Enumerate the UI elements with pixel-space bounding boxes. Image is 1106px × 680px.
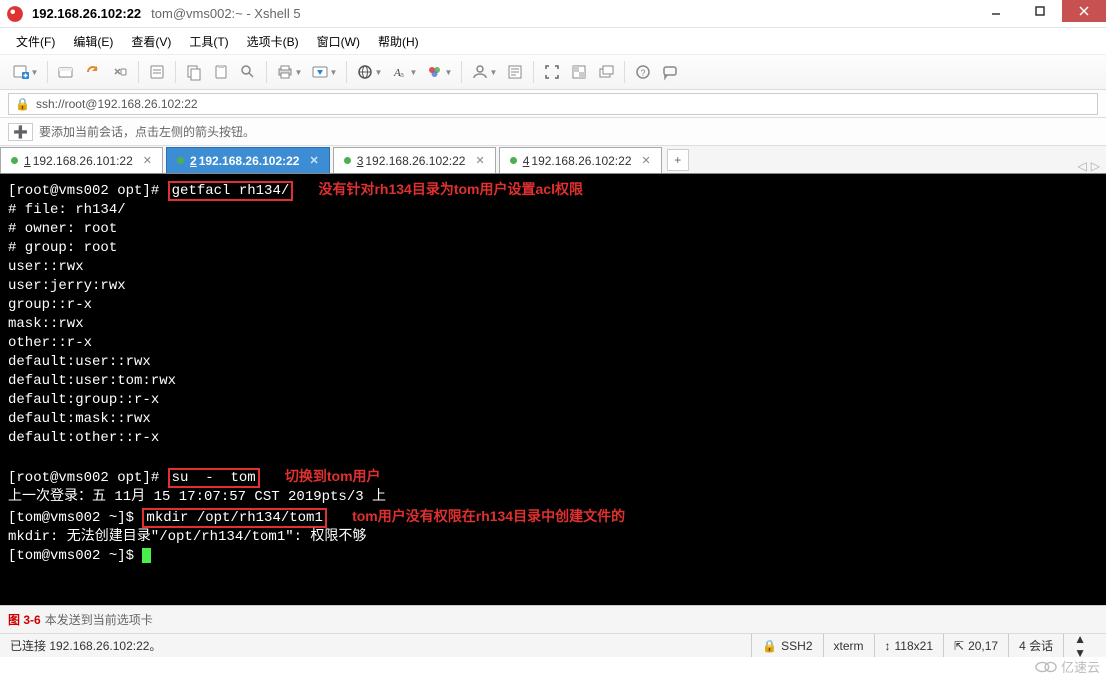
script-button[interactable] <box>502 59 528 85</box>
fullscreen-button[interactable] <box>539 59 565 85</box>
menu-tools[interactable]: 工具(T) <box>183 31 234 52</box>
session-tab-1[interactable]: 1 192.168.26.101:22✕ <box>0 147 163 173</box>
watermark-text: 亿速云 <box>1061 657 1100 676</box>
disconnect-button[interactable] <box>107 59 133 85</box>
tab-nav: ◁ ▷ <box>1078 159 1106 173</box>
menu-file[interactable]: 文件(F) <box>10 31 61 52</box>
maximize-button[interactable] <box>1018 0 1062 22</box>
session-tab-3[interactable]: 3 192.168.26.102:22✕ <box>333 147 496 173</box>
hintbar: ➕ 要添加当前会话，点击左侧的箭头按钮。 <box>0 118 1106 146</box>
close-tab-icon[interactable]: ✕ <box>143 154 152 167</box>
session-tab-4[interactable]: 4 192.168.26.102:22✕ <box>499 147 662 173</box>
close-tab-icon[interactable]: ✕ <box>475 154 484 167</box>
status-size: ↕ 118x21 <box>874 634 943 657</box>
svg-text:a: a <box>400 72 404 79</box>
toolbar: ▼ ▼ ▼ ▼ Aa▼ ▼ ▼ ? <box>0 54 1106 90</box>
annotation-switch-user: 切换到tom用户 <box>285 468 381 484</box>
svg-text:?: ? <box>641 68 646 78</box>
status-sessions: 4 会话 <box>1008 634 1063 657</box>
status-connection: 已连接 192.168.26.102:22。 <box>10 634 751 657</box>
close-tab-icon[interactable]: ✕ <box>309 154 318 167</box>
status-dot-icon <box>510 157 517 164</box>
cursor <box>142 548 151 563</box>
hint-text: 要添加当前会话，点击左侧的箭头按钮。 <box>39 123 255 140</box>
menu-view[interactable]: 查看(V) <box>125 31 177 52</box>
new-session-button[interactable]: ▼ <box>8 59 42 85</box>
properties-button[interactable] <box>144 59 170 85</box>
close-tab-icon[interactable]: ✕ <box>642 154 651 167</box>
feedback-button[interactable] <box>657 59 683 85</box>
address-input[interactable]: 🔒 ssh://root@192.168.26.102:22 <box>8 93 1098 115</box>
font-button[interactable]: Aa▼ <box>387 59 421 85</box>
tab-label: 192.168.26.101:22 <box>33 154 133 168</box>
reconnect-button[interactable] <box>80 59 106 85</box>
status-pos: ⇱ 20,17 <box>943 634 1008 657</box>
add-tab-button[interactable]: + <box>667 149 689 171</box>
tab-bar: 1 192.168.26.101:22✕ 2 192.168.26.102:22… <box>0 146 1106 174</box>
highlight-cmd-su: su - tom <box>168 468 260 488</box>
menu-edit[interactable]: 编辑(E) <box>67 31 119 52</box>
menu-tab[interactable]: 选项卡(B) <box>241 31 305 52</box>
help-button[interactable]: ? <box>630 59 656 85</box>
app-icon <box>6 5 24 23</box>
status-term: xterm <box>823 634 874 657</box>
titlebar: 192.168.26.102:22 tom@vms002:~ - Xshell … <box>0 0 1106 28</box>
address-text: ssh://root@192.168.26.102:22 <box>36 97 198 111</box>
compose-bar[interactable]: 图 3-6 本发送到当前选项卡 <box>0 605 1106 633</box>
find-button[interactable] <box>235 59 261 85</box>
tab-label: 192.168.26.102:22 <box>365 154 465 168</box>
copy-button[interactable] <box>181 59 207 85</box>
terminal[interactable]: [root@vms002 opt]# getfacl rh134/ 没有针对rh… <box>0 174 1106 605</box>
tab-label: 192.168.26.102:22 <box>531 154 631 168</box>
lock-icon: 🔒 <box>762 639 777 653</box>
status-updown-icon[interactable]: ▲▼ <box>1063 634 1096 657</box>
menu-help[interactable]: 帮助(H) <box>372 31 425 52</box>
session-tab-2[interactable]: 2 192.168.26.102:22✕ <box>166 147 330 173</box>
watermark: 亿速云 <box>1035 657 1100 676</box>
close-button[interactable] <box>1062 0 1106 22</box>
minimize-button[interactable] <box>974 0 1018 22</box>
highlight-cmd-getfacl: getfacl rh134/ <box>168 181 294 201</box>
addressbar: 🔒 ssh://root@192.168.26.102:22 <box>0 90 1106 118</box>
status-dot-icon <box>11 157 18 164</box>
status-protocol: 🔒SSH2 <box>751 634 822 657</box>
lock-icon: 🔒 <box>15 97 30 111</box>
window-buttons <box>974 0 1106 22</box>
color-button[interactable]: ▼ <box>422 59 456 85</box>
paste-button[interactable] <box>208 59 234 85</box>
tab-next-icon[interactable]: ▷ <box>1091 159 1100 173</box>
annotation-no-perm: tom用户没有权限在rh134目录中创建文件的 <box>352 508 625 524</box>
figure-label: 图 3-6 <box>8 611 41 628</box>
always-on-top-button[interactable] <box>593 59 619 85</box>
window-title-sub: tom@vms002:~ - Xshell 5 <box>151 6 300 21</box>
print-button[interactable]: ▼ <box>272 59 306 85</box>
status-dot-icon <box>344 157 351 164</box>
add-session-icon[interactable]: ➕ <box>8 123 33 141</box>
statusbar: 已连接 192.168.26.102:22。 🔒SSH2 xterm ↕ 118… <box>0 633 1106 657</box>
status-dot-icon <box>177 157 184 164</box>
menubar: 文件(F) 编辑(E) 查看(V) 工具(T) 选项卡(B) 窗口(W) 帮助(… <box>0 28 1106 54</box>
tab-label: 192.168.26.102:22 <box>199 154 300 168</box>
open-button[interactable] <box>53 59 79 85</box>
transparent-button[interactable] <box>566 59 592 85</box>
encoding-button[interactable]: ▼ <box>352 59 386 85</box>
user-button[interactable]: ▼ <box>467 59 501 85</box>
highlight-cmd-mkdir: mkdir /opt/rh134/tom1 <box>142 508 326 528</box>
compose-placeholder: 本发送到当前选项卡 <box>45 611 153 628</box>
tab-prev-icon[interactable]: ◁ <box>1078 159 1087 173</box>
annotation-no-acl: 没有针对rh134目录为tom用户设置acl权限 <box>318 181 582 197</box>
menu-window[interactable]: 窗口(W) <box>311 31 366 52</box>
xftp-button[interactable]: ▼ <box>307 59 341 85</box>
window-title-main: 192.168.26.102:22 <box>32 6 141 21</box>
